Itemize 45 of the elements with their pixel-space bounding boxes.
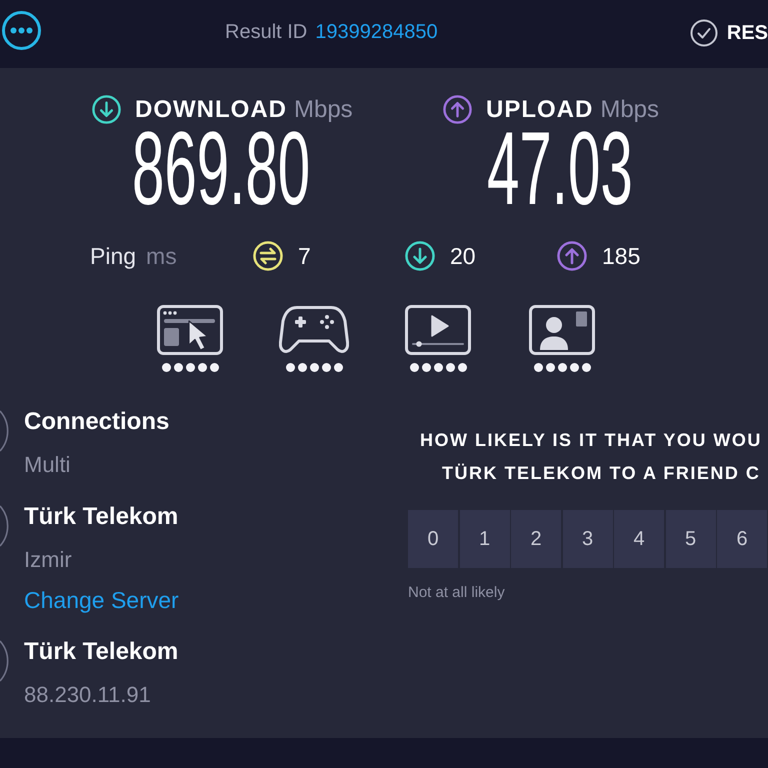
detail-text: Multi — [24, 451, 72, 479]
score-button[interactable]: 0 — [408, 510, 458, 568]
upload-icon — [557, 241, 587, 271]
ping-value: 7 — [298, 242, 311, 270]
upload-icon — [443, 95, 472, 124]
upload-label: UPLOAD — [486, 96, 594, 124]
ring-icon — [0, 640, 9, 682]
result-id-link[interactable]: 19399284850 — [315, 20, 438, 44]
check-circle-icon[interactable] — [690, 19, 718, 47]
video-call-icon — [529, 305, 595, 355]
swap-arrows-icon — [253, 241, 283, 271]
detail-text: Izmir — [24, 546, 73, 574]
result-id-label: Result ID — [225, 20, 308, 44]
ring-icon — [0, 410, 9, 452]
score-button[interactable]: 3 — [562, 510, 612, 568]
score-button[interactable]: 1 — [460, 510, 510, 568]
score-button[interactable]: 6 — [717, 510, 767, 568]
download-label: DOWNLOAD — [135, 96, 287, 124]
download-speed-value: 869.80 — [132, 128, 310, 208]
unit-label: ms — [146, 242, 177, 270]
gamepad-icon — [279, 305, 349, 355]
unit-label: Mbps — [294, 96, 353, 124]
unit-label: Mbps — [600, 96, 660, 124]
menu-icon[interactable] — [2, 11, 41, 50]
download-icon — [405, 241, 435, 271]
ping-value: 20 — [450, 242, 476, 270]
survey-question: HOW LIKELY IS IT THAT YOU WOU — [420, 428, 762, 452]
detail-title: Connections — [24, 407, 170, 437]
score-button[interactable]: 2 — [511, 510, 561, 568]
upload-speed-value: 47.03 — [487, 128, 633, 208]
detail-title: Türk Telekom — [24, 502, 179, 532]
detail-text: 88.230.11.91 — [24, 681, 152, 709]
video-player-icon — [405, 305, 471, 355]
ring-icon — [0, 505, 9, 547]
score-button[interactable]: 4 — [614, 510, 664, 568]
ping-label: Ping — [90, 242, 136, 270]
results-link[interactable]: RES — [726, 21, 768, 45]
detail-title: Türk Telekom — [24, 637, 178, 667]
survey-question: TÜRK TELEKOM TO A FRIEND C — [442, 462, 760, 484]
score-button[interactable]: 5 — [666, 510, 716, 568]
download-icon — [92, 95, 121, 124]
scale-low-label: Not at all likely — [408, 583, 505, 603]
ping-value: 185 — [602, 242, 640, 270]
browser-window-icon — [157, 305, 223, 355]
change-server-link[interactable]: Change Server — [24, 580, 179, 620]
